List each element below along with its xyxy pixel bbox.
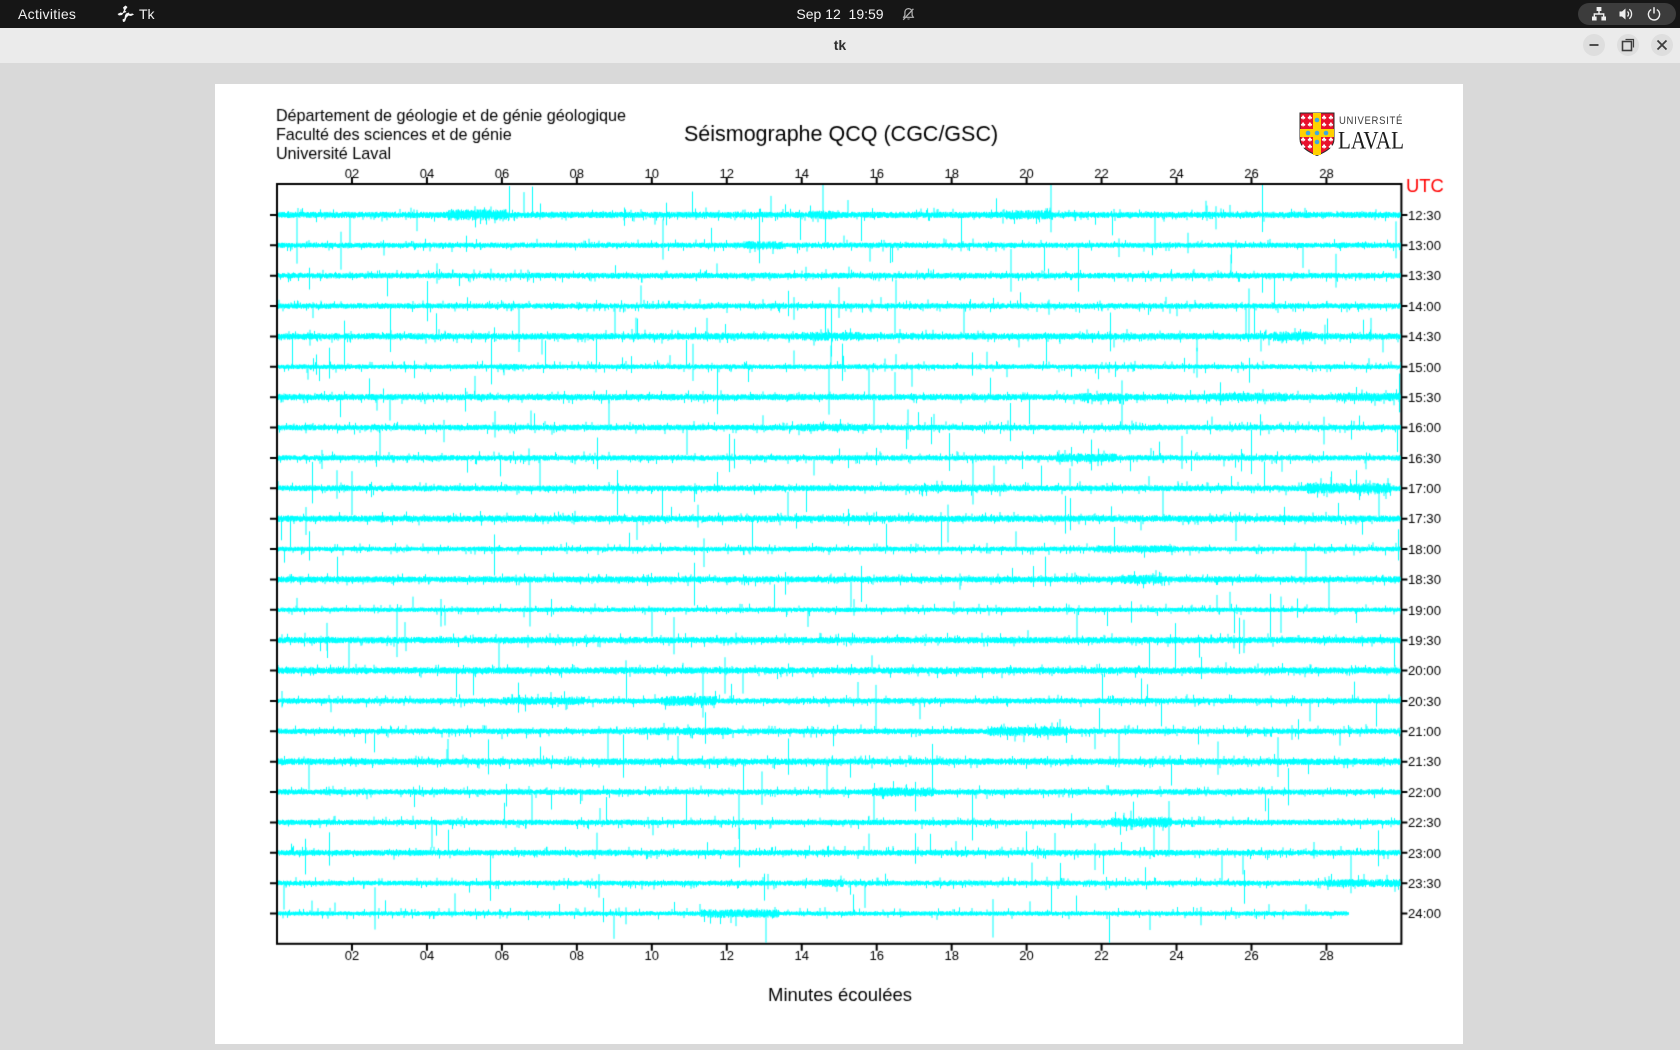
svg-text:UNIVERSITÉ: UNIVERSITÉ xyxy=(1339,114,1403,127)
svg-text:LAVAL: LAVAL xyxy=(1338,128,1404,155)
